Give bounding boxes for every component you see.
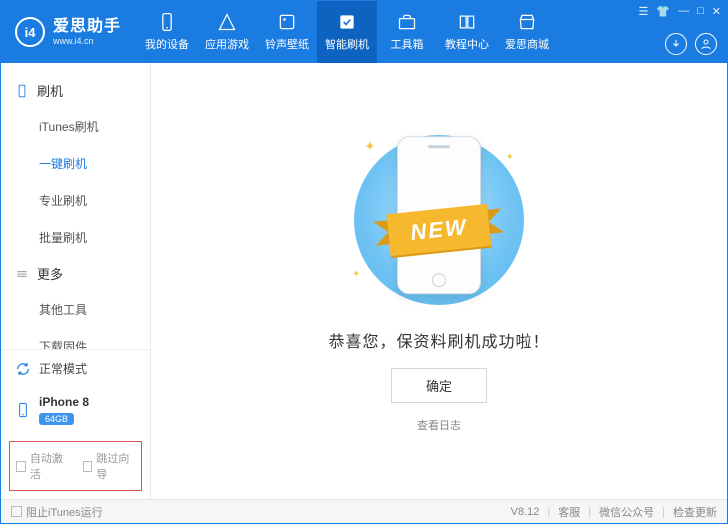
nav-flash[interactable]: 智能刷机 xyxy=(317,1,377,63)
device-mode[interactable]: 正常模式 xyxy=(1,350,150,387)
app-logo: i4 爱思助手 www.i4.cn xyxy=(1,17,133,47)
nav-label: 爱思商城 xyxy=(505,36,549,52)
sidebar-group-flash: 刷机 xyxy=(1,73,150,108)
user-icon xyxy=(700,38,712,50)
sidebar-item-batch[interactable]: 批量刷机 xyxy=(1,219,150,256)
maximize-icon[interactable]: □ xyxy=(697,5,704,18)
support-link[interactable]: 客服 xyxy=(558,504,580,520)
sidebar-group-label: 更多 xyxy=(37,264,63,283)
user-button[interactable] xyxy=(695,33,717,55)
mode-label: 正常模式 xyxy=(39,360,87,377)
main-content: ✦ ✦ ✦ NEW 恭喜您，保资料刷机成功啦！ 确定 查看日志 xyxy=(151,63,727,499)
sidebar: 刷机 iTunes刷机 一键刷机 专业刷机 批量刷机 更多 其他工具 下载固件 … xyxy=(1,63,151,499)
phone-icon xyxy=(15,84,29,98)
version-label: V8.12 xyxy=(511,506,540,518)
wechat-link[interactable]: 微信公众号 xyxy=(599,504,654,520)
sidebar-group-label: 刷机 xyxy=(37,81,63,100)
nav-apps[interactable]: 应用游戏 xyxy=(197,1,257,63)
sidebar-item-onekey[interactable]: 一键刷机 xyxy=(1,145,150,182)
chk-label: 跳过向导 xyxy=(96,450,135,482)
more-icon xyxy=(15,267,29,281)
update-link[interactable]: 检查更新 xyxy=(673,504,717,520)
flash-icon xyxy=(337,12,357,32)
toolbox-icon xyxy=(397,12,417,32)
logo-badge: i4 xyxy=(15,17,45,47)
nav-label: 我的设备 xyxy=(145,36,189,52)
device-info[interactable]: iPhone 8 64GB xyxy=(1,387,150,435)
window-controls: ☰ 👕 — □ ✕ xyxy=(639,5,721,18)
storage-badge: 64GB xyxy=(39,413,74,425)
nav-label: 智能刷机 xyxy=(325,36,369,52)
chk-label: 自动激活 xyxy=(30,450,69,482)
logo-url: www.i4.cn xyxy=(53,36,121,47)
nav-label: 应用游戏 xyxy=(205,36,249,52)
checkbox-icon xyxy=(11,506,22,517)
logo-title: 爱思助手 xyxy=(53,17,121,36)
sidebar-group-more: 更多 xyxy=(1,256,150,291)
skin-icon[interactable]: 👕 xyxy=(656,5,670,18)
checkbox-icon xyxy=(83,461,93,472)
nav-label: 教程中心 xyxy=(445,36,489,52)
status-bar: 阻止iTunes运行 V8.12 | 客服 | 微信公众号 | 检查更新 xyxy=(1,499,727,523)
chk-label: 阻止iTunes运行 xyxy=(26,504,103,520)
sidebar-item-other[interactable]: 其他工具 xyxy=(1,291,150,328)
view-log-link[interactable]: 查看日志 xyxy=(417,417,461,433)
account-controls xyxy=(665,33,717,55)
close-icon[interactable]: ✕ xyxy=(712,5,721,18)
menu-icon[interactable]: ☰ xyxy=(639,5,649,18)
sidebar-item-firmware[interactable]: 下载固件 xyxy=(1,328,150,349)
nav-mall[interactable]: 爱思商城 xyxy=(497,1,557,63)
top-nav: 我的设备 应用游戏 铃声壁纸 智能刷机 工具箱 教程中心 xyxy=(137,1,557,63)
nav-label: 工具箱 xyxy=(391,36,424,52)
phone-icon xyxy=(157,12,177,32)
chk-autoactivate[interactable]: 自动激活 xyxy=(16,450,69,482)
phone-icon xyxy=(15,402,31,418)
nav-tutorial[interactable]: 教程中心 xyxy=(437,1,497,63)
refresh-icon xyxy=(15,361,31,377)
success-illustration: ✦ ✦ ✦ NEW xyxy=(334,130,544,310)
nav-device[interactable]: 我的设备 xyxy=(137,1,197,63)
book-icon xyxy=(457,12,477,32)
app-header: i4 爱思助手 www.i4.cn 我的设备 应用游戏 铃声壁纸 智能刷机 xyxy=(1,1,727,63)
nav-label: 铃声壁纸 xyxy=(265,36,309,52)
post-flash-options: 自动激活 跳过向导 xyxy=(9,441,142,491)
device-name: iPhone 8 xyxy=(39,395,89,409)
download-icon xyxy=(670,38,682,50)
download-button[interactable] xyxy=(665,33,687,55)
minimize-icon[interactable]: — xyxy=(678,5,689,18)
nav-ring[interactable]: 铃声壁纸 xyxy=(257,1,317,63)
chk-skipguide[interactable]: 跳过向导 xyxy=(83,450,136,482)
sidebar-item-pro[interactable]: 专业刷机 xyxy=(1,182,150,219)
sidebar-item-itunes[interactable]: iTunes刷机 xyxy=(1,108,150,145)
success-message: 恭喜您，保资料刷机成功啦！ xyxy=(328,328,549,352)
ok-button[interactable]: 确定 xyxy=(391,368,487,403)
apps-icon xyxy=(217,12,237,32)
chk-block-itunes[interactable]: 阻止iTunes运行 xyxy=(11,504,103,520)
checkbox-icon xyxy=(16,461,26,472)
nav-tools[interactable]: 工具箱 xyxy=(377,1,437,63)
shop-icon xyxy=(517,12,537,32)
wallpaper-icon xyxy=(277,12,297,32)
